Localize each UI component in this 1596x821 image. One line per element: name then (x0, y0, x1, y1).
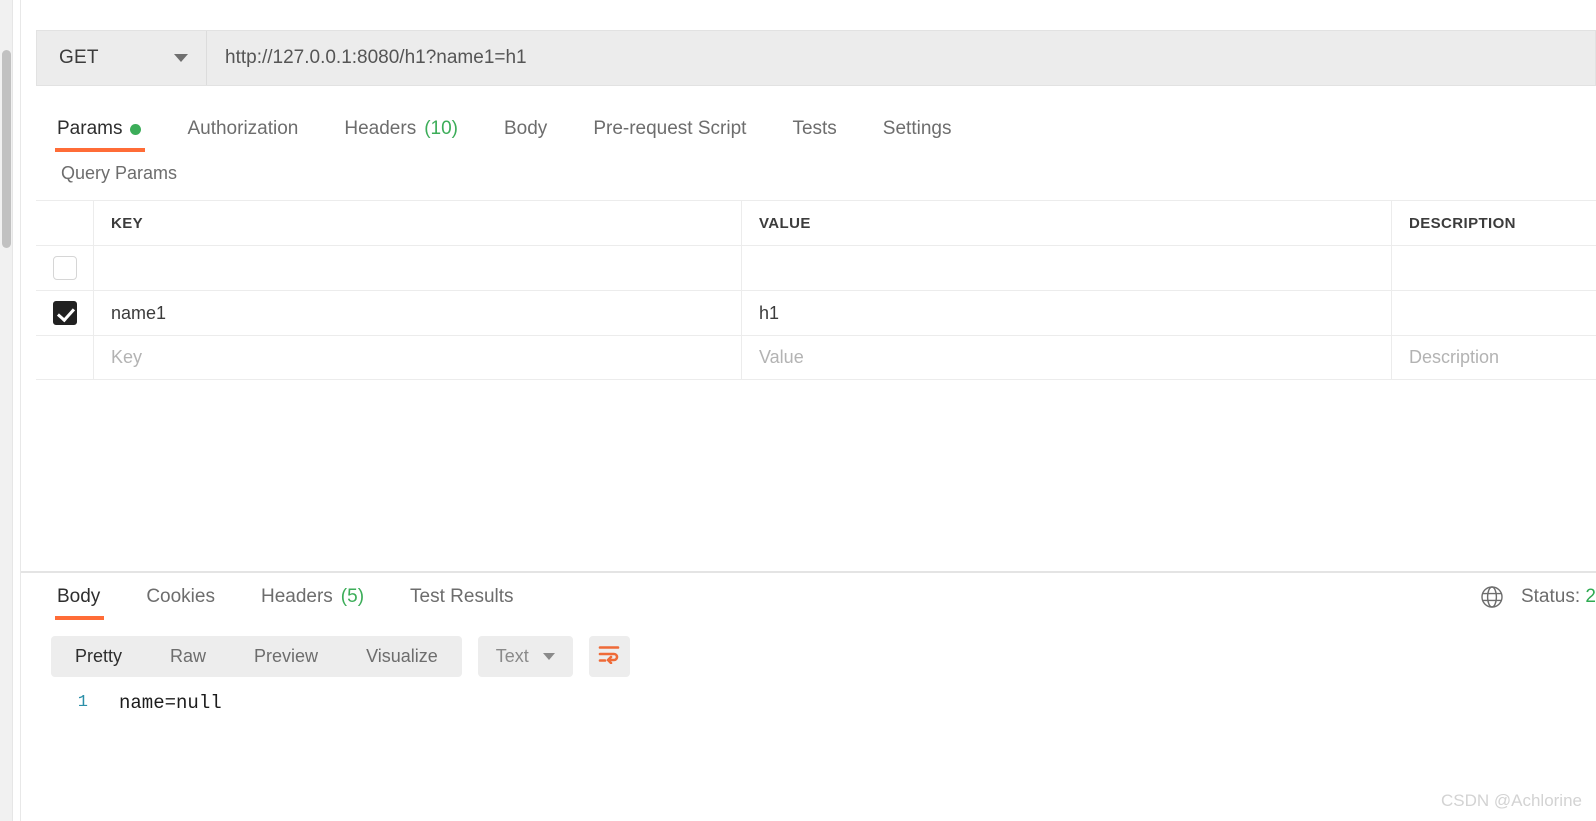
row-value[interactable]: h1 (759, 303, 779, 324)
tab-tests[interactable]: Tests (769, 108, 859, 150)
view-mode-raw[interactable]: Raw (146, 636, 230, 677)
column-header-value: VALUE (759, 214, 811, 232)
response-tab-headers[interactable]: Headers (5) (238, 576, 387, 618)
tab-pre-request-script[interactable]: Pre-request Script (570, 108, 769, 150)
row-checkbox[interactable] (52, 256, 77, 280)
tab-authorization-label: Authorization (187, 118, 299, 139)
view-mode-visualize-label: Visualize (366, 646, 438, 666)
request-tab-bar: Params Authorization Headers (10) Body P… (36, 108, 1596, 152)
header-cell-select (36, 201, 94, 245)
http-method-label: GET (59, 47, 99, 68)
tab-settings-label: Settings (882, 118, 952, 139)
view-mode-preview-label: Preview (254, 646, 319, 666)
response-toolbar: Pretty Raw Preview Visualize Text (51, 636, 630, 677)
tab-authorization[interactable]: Authorization (164, 108, 321, 150)
pane-splitter[interactable] (21, 571, 1596, 573)
globe-icon[interactable] (1479, 584, 1505, 610)
tab-body-label: Body (504, 118, 548, 139)
new-value-input[interactable]: Value (759, 347, 804, 368)
response-tab-body[interactable]: Body (36, 576, 123, 620)
response-body-viewer: 1 name=null (36, 690, 1596, 716)
row-select-cell (36, 336, 94, 379)
new-description-input[interactable]: Description (1409, 347, 1499, 368)
new-key-input[interactable]: Key (111, 347, 142, 368)
response-tab-cookies-label: Cookies (146, 586, 215, 607)
response-tab-bar: Body Cookies Headers (5) Test Results (36, 576, 1596, 620)
params-modified-dot-icon (130, 123, 142, 135)
response-tab-body-label: Body (57, 586, 101, 607)
tab-params-label: Params (57, 118, 123, 139)
view-mode-raw-label: Raw (170, 646, 207, 666)
table-placeholder-row[interactable]: Key Value Description (36, 335, 1596, 380)
query-params-title: Query Params (61, 163, 178, 183)
response-tab-cookies[interactable]: Cookies (123, 576, 238, 618)
column-header-description: DESCRIPTION (1409, 214, 1516, 232)
chevron-down-icon (174, 54, 188, 62)
status-label-text: Status: (1520, 586, 1581, 607)
row-key[interactable]: name1 (111, 303, 166, 324)
response-format-dropdown[interactable]: Text (477, 636, 573, 677)
response-status-area: Status: 2 (1479, 576, 1596, 618)
response-tab-test-results[interactable]: Test Results (387, 576, 536, 618)
url-bar: GET http://127.0.0.1:8080/h1?name1=h1 (36, 30, 1596, 86)
tab-settings[interactable]: Settings (860, 108, 975, 150)
view-mode-pretty[interactable]: Pretty (51, 636, 146, 677)
code-line: name=null (119, 692, 222, 714)
row-select-cell[interactable] (36, 291, 94, 335)
column-header-key: KEY (111, 214, 144, 232)
tab-body[interactable]: Body (481, 108, 570, 150)
http-method-dropdown[interactable]: GET (37, 31, 207, 85)
chevron-down-icon (542, 653, 555, 660)
url-input[interactable]: http://127.0.0.1:8080/h1?name1=h1 (207, 31, 1595, 85)
tab-params[interactable]: Params (36, 108, 164, 152)
tab-headers[interactable]: Headers (10) (321, 108, 481, 150)
response-tab-test-results-label: Test Results (410, 586, 514, 607)
response-tab-headers-count: (5) (340, 586, 365, 607)
tab-headers-count: (10) (424, 118, 458, 139)
tab-pre-request-script-label: Pre-request Script (593, 118, 747, 139)
response-body-content[interactable]: name=null (102, 690, 222, 716)
url-text: http://127.0.0.1:8080/h1?name1=h1 (225, 47, 527, 68)
wrap-text-button[interactable] (588, 636, 630, 677)
page-scrollbar[interactable] (0, 0, 13, 821)
table-row[interactable]: name1 h1 (36, 290, 1596, 335)
postman-request-response-pane: GET http://127.0.0.1:8080/h1?name1=h1 Pa… (0, 0, 1596, 821)
watermark: CSDN @Achlorine (1440, 791, 1582, 810)
row-checkbox[interactable] (52, 301, 77, 325)
response-tab-headers-label: Headers (260, 586, 333, 607)
page-scrollbar-thumb[interactable] (2, 50, 11, 248)
view-mode-visualize[interactable]: Visualize (342, 636, 462, 677)
response-view-mode-group: Pretty Raw Preview Visualize (51, 636, 462, 677)
table-row[interactable] (36, 245, 1596, 290)
view-mode-pretty-label: Pretty (75, 646, 123, 666)
status-label: Status: 2 (1521, 586, 1596, 608)
status-code: 2 (1585, 586, 1596, 607)
wrap-text-icon (597, 644, 621, 669)
query-params-table: KEY VALUE DESCRIPTION name1 h1 Key Value… (36, 200, 1596, 380)
line-number: 1 (77, 693, 88, 712)
line-number-gutter: 1 (36, 690, 102, 716)
tab-tests-label: Tests (792, 118, 837, 139)
row-select-cell[interactable] (36, 246, 94, 290)
tab-headers-label: Headers (344, 118, 417, 139)
table-header-row: KEY VALUE DESCRIPTION (36, 200, 1596, 245)
response-format-label: Text (495, 646, 529, 666)
view-mode-preview[interactable]: Preview (230, 636, 342, 677)
